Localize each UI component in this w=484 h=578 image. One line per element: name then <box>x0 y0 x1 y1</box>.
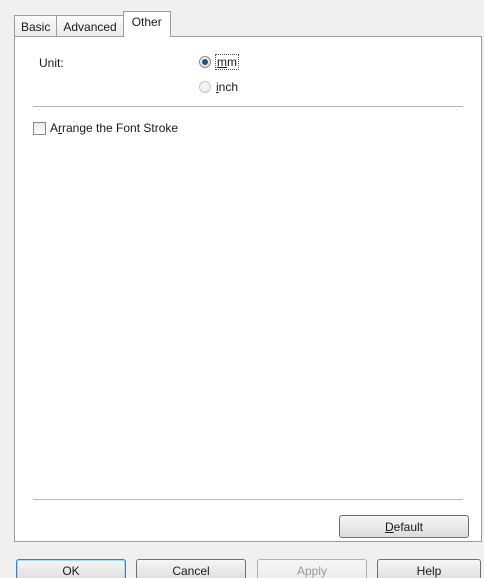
separator-bottom <box>33 499 463 501</box>
arrange-label-rest: range the Font Stroke <box>62 121 179 135</box>
arrange-font-stroke-option[interactable]: Arrange the Font Stroke <box>33 121 178 135</box>
default-mnemonic: D <box>384 519 394 534</box>
cancel-button[interactable]: Cancel <box>136 559 246 578</box>
unit-mm-option[interactable]: mm <box>199 54 239 70</box>
mm-radio-label[interactable]: mm <box>215 54 239 70</box>
unit-inch-option[interactable]: inch <box>199 80 239 94</box>
default-label-rest: efault <box>393 519 424 534</box>
mm-radio[interactable] <box>199 56 211 68</box>
apply-button[interactable]: Apply <box>257 559 367 578</box>
tab-advanced[interactable]: Advanced <box>56 15 124 37</box>
inch-label-rest: nch <box>218 80 239 94</box>
tab-strip: Basic Advanced Other <box>14 11 171 37</box>
arrange-font-stroke-checkbox[interactable] <box>33 121 46 135</box>
other-tab-panel: Unit: mm inch Arrange the Font Stroke De… <box>14 36 482 542</box>
separator-top <box>33 106 463 108</box>
inch-radio-label[interactable]: inch <box>215 80 239 94</box>
tab-basic-label: Basic <box>21 19 51 34</box>
mm-mnemonic: m <box>217 55 227 69</box>
printer-properties-window: Basic Advanced Other Unit: mm inch Arran… <box>0 0 484 578</box>
default-button[interactable]: Default <box>339 515 469 538</box>
mm-label-rest: m <box>227 55 237 69</box>
tab-other-label: Other <box>131 15 162 29</box>
tab-advanced-label: Advanced <box>63 19 117 34</box>
ok-button[interactable]: OK <box>16 559 126 578</box>
help-button[interactable]: Help <box>377 559 481 578</box>
inch-radio[interactable] <box>199 81 211 93</box>
tab-basic[interactable]: Basic <box>14 15 58 37</box>
unit-label: Unit: <box>39 56 64 70</box>
arrange-font-stroke-label[interactable]: Arrange the Font Stroke <box>50 121 178 135</box>
tab-other[interactable]: Other <box>122 11 171 37</box>
arrange-label-prefix: A <box>50 121 59 135</box>
